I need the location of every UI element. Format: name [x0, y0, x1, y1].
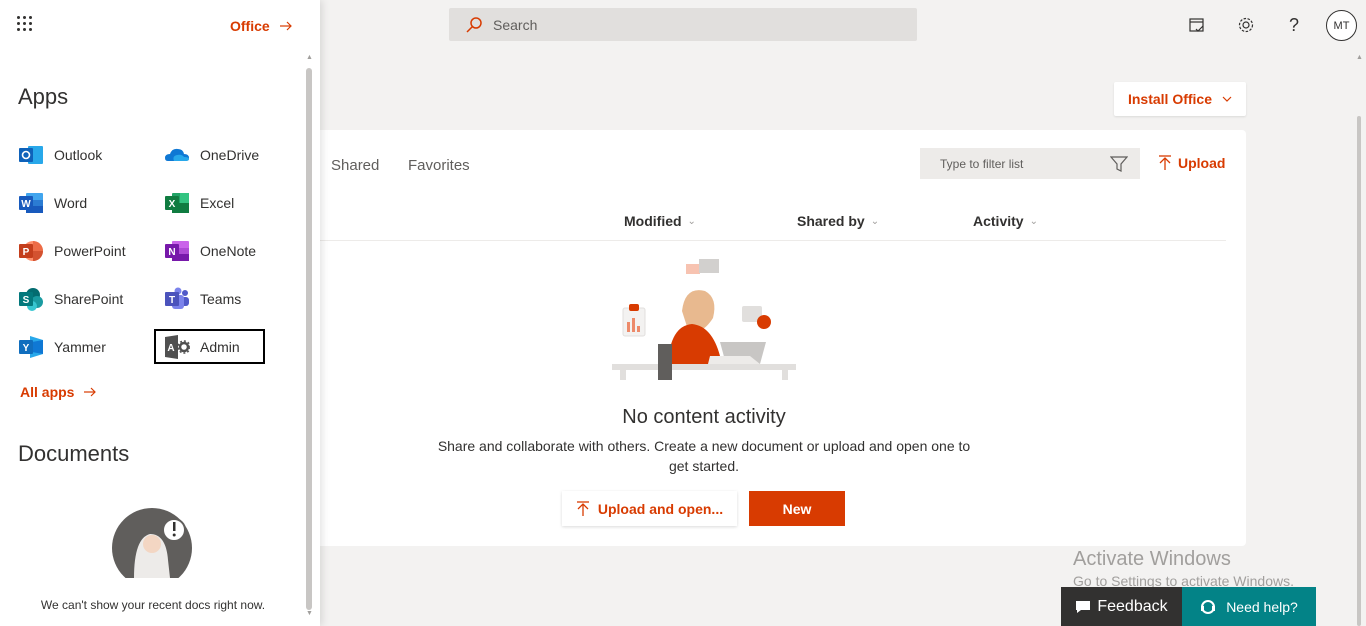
app-label: PowerPoint — [54, 243, 126, 259]
search-placeholder: Search — [493, 17, 538, 33]
app-onedrive[interactable]: OneDrive — [164, 140, 259, 170]
svg-text:N: N — [168, 247, 175, 258]
app-label: Outlook — [54, 147, 103, 163]
empty-state-title: No content activity — [622, 406, 786, 428]
scrollbar-thumb[interactable] — [1357, 116, 1361, 626]
app-label: OneDrive — [200, 147, 260, 163]
svg-text:S: S — [23, 295, 30, 306]
chevron-down-icon: ⌄ — [1029, 215, 1038, 227]
app-label: Admin — [200, 339, 240, 355]
yammer-icon: Y — [19, 336, 43, 358]
sharepoint-icon: S — [19, 288, 43, 311]
docs-message: We can't show your recent docs right now… — [40, 598, 266, 612]
upload-arrow-icon — [1159, 155, 1171, 170]
app-outlook[interactable]: Outlook — [18, 140, 102, 170]
chevron-down-icon — [1222, 96, 1232, 102]
search-box[interactable]: Search — [449, 8, 917, 41]
filter-icon[interactable] — [1110, 155, 1128, 173]
scroll-up-icon[interactable]: ▲ — [306, 54, 313, 61]
column-shared-by[interactable]: Shared by ⌄ — [797, 213, 879, 229]
svg-text:P: P — [23, 247, 30, 258]
powerpoint-icon: P — [19, 241, 43, 261]
word-icon: W — [19, 193, 43, 213]
excel-icon: X — [165, 193, 189, 213]
apps-heading: Apps — [18, 84, 69, 109]
app-yammer[interactable]: Y Yammer — [18, 332, 106, 362]
empty-state-illustration — [612, 259, 796, 380]
activate-windows-title: Activate Windows — [1073, 548, 1231, 570]
app-label: Excel — [200, 195, 235, 211]
docs-error-illustration — [112, 508, 192, 578]
app-admin[interactable]: A Admin — [164, 332, 240, 362]
app-onenote[interactable]: N OneNote — [164, 236, 256, 266]
feedback-button[interactable]: Feedback — [1061, 587, 1182, 626]
filter-placeholder: Type to filter list — [940, 157, 1024, 171]
header-divider — [320, 240, 1226, 241]
app-excel[interactable]: X Excel — [164, 188, 234, 218]
scroll-up-icon[interactable]: ▲ — [1356, 54, 1363, 61]
chevron-down-icon: ⌄ — [870, 215, 880, 227]
all-apps-link[interactable]: All apps — [20, 384, 97, 400]
admin-icon: A — [165, 335, 190, 359]
feedback-label: Feedback — [1097, 597, 1168, 615]
panel-scrollbar-thumb[interactable] — [306, 68, 312, 610]
column-activity[interactable]: Activity ⌄ — [973, 213, 1038, 229]
app-sharepoint[interactable]: S SharePoint — [18, 284, 123, 314]
outlook-icon — [19, 146, 43, 164]
svg-text:Y: Y — [23, 343, 30, 354]
documents-heading: Documents — [18, 441, 130, 466]
svg-text:W: W — [21, 199, 31, 210]
office-link[interactable]: Office — [230, 18, 292, 34]
upload-and-open-label: Upload and open... — [597, 500, 724, 517]
scroll-down-icon[interactable]: ▼ — [306, 610, 313, 617]
page-scrollbar[interactable]: ▲ — [1352, 50, 1366, 626]
column-modified[interactable]: Modified ⌄ — [624, 213, 696, 229]
calendar-check-icon[interactable] — [1184, 12, 1210, 38]
upload-button[interactable]: Upload — [1158, 155, 1225, 171]
avatar[interactable]: MT — [1326, 10, 1357, 41]
tab-shared[interactable]: Shared — [331, 157, 379, 174]
new-button[interactable]: New — [749, 491, 845, 526]
onedrive-icon — [165, 148, 189, 161]
install-office-button[interactable]: Install Office — [1114, 82, 1246, 116]
office-link-label: Office — [230, 18, 270, 34]
app-label: Word — [54, 195, 88, 211]
search-icon — [466, 17, 482, 33]
app-label: OneNote — [200, 243, 257, 259]
upload-arrow-icon — [576, 500, 589, 516]
app-powerpoint[interactable]: P PowerPoint — [18, 236, 126, 266]
svg-text:X: X — [169, 199, 176, 210]
column-activity-label: Activity — [973, 213, 1024, 229]
tab-favorites[interactable]: Favorites — [408, 157, 470, 174]
teams-icon: T — [165, 287, 189, 309]
empty-state-description: Share and collaborate with others. Creat… — [437, 438, 971, 474]
upload-and-open-button[interactable]: Upload and open... — [562, 491, 737, 526]
feedback-chat-icon — [1076, 600, 1091, 613]
need-help-button[interactable]: Need help? — [1182, 587, 1316, 626]
panel-scrollbar[interactable]: ▲ ▼ — [305, 52, 313, 622]
filter-input[interactable]: Type to filter list — [920, 148, 1140, 179]
column-modified-label: Modified — [624, 213, 682, 229]
onenote-icon: N — [165, 241, 189, 261]
headset-icon — [1201, 599, 1216, 614]
all-apps-label: All apps — [20, 384, 75, 400]
svg-text:A: A — [167, 343, 174, 354]
app-label: Yammer — [54, 339, 106, 355]
column-shared-by-label: Shared by — [797, 213, 865, 229]
app-launcher-panel: Office Apps Outlook OneDrive W Word X Ex… — [0, 0, 320, 626]
app-launcher-icon[interactable] — [17, 16, 33, 32]
arrow-right-icon — [279, 21, 292, 31]
arrow-right-icon — [84, 387, 97, 397]
settings-gear-icon[interactable] — [1233, 12, 1259, 38]
app-label: Teams — [200, 291, 242, 307]
app-label: SharePoint — [54, 291, 124, 307]
app-word[interactable]: W Word — [18, 188, 87, 218]
install-office-label: Install Office — [1127, 91, 1213, 107]
chevron-down-icon: ⌄ — [687, 215, 696, 227]
upload-label: Upload — [1178, 155, 1226, 171]
svg-text:T: T — [169, 295, 175, 306]
help-icon[interactable]: ? — [1281, 12, 1307, 38]
need-help-label: Need help? — [1226, 598, 1298, 615]
app-teams[interactable]: T Teams — [164, 284, 241, 314]
